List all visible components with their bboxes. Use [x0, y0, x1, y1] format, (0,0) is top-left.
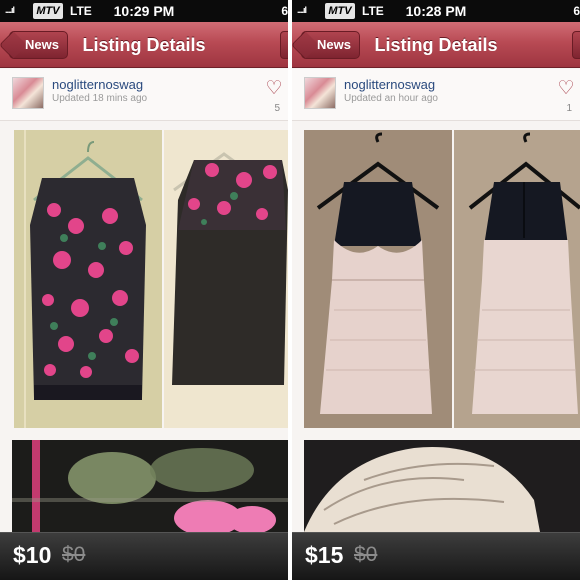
nav-action-button[interactable]: [280, 31, 288, 59]
listing-screen-2: ....ıl MTV LTE 10:28 PM 6 News Listing D…: [292, 0, 580, 580]
listing-photo-detail[interactable]: [304, 440, 580, 532]
avatar[interactable]: [12, 77, 44, 109]
listing-photo-front[interactable]: [304, 130, 452, 428]
nav-action-button[interactable]: [572, 31, 580, 59]
seller-row: noglitternoswag Updated 18 mins ago ♡ 5: [0, 69, 288, 121]
heart-outline-icon[interactable]: ♡: [556, 79, 576, 99]
like-count: 1: [566, 103, 572, 114]
like-count: 5: [274, 103, 280, 114]
original-price: $0: [62, 543, 86, 566]
price-bar[interactable]: $10 $0: [0, 532, 288, 580]
page-title: Listing Details: [82, 35, 206, 55]
status-bar: ....ıl MTV LTE 10:28 PM 6: [292, 0, 580, 22]
listing-photo-detail[interactable]: [12, 440, 288, 532]
listing-screen-1: ....ıl MTV LTE 10:29 PM 6 News Listing D…: [0, 0, 288, 580]
seller-username[interactable]: noglitternoswag: [52, 77, 143, 92]
status-bar: ....ıl MTV LTE 10:29 PM 6: [0, 0, 288, 22]
listing-price: $10: [13, 542, 52, 568]
status-time: 10:29 PM: [113, 3, 175, 19]
seller-username[interactable]: noglitternoswag: [344, 77, 435, 92]
original-price: $0: [354, 543, 378, 566]
listing-photo-back[interactable]: [164, 130, 288, 428]
listing-price: $15: [305, 542, 344, 568]
seller-row: noglitternoswag Updated an hour ago ♡ 1: [292, 69, 580, 121]
status-time: 10:28 PM: [405, 3, 467, 19]
navigation-bar: News Listing Details: [292, 22, 580, 68]
battery-indicator: 6: [573, 4, 580, 18]
listing-photo-back[interactable]: [454, 130, 580, 428]
price-bar[interactable]: $15 $0: [292, 532, 580, 580]
navigation-bar: News Listing Details: [0, 22, 288, 68]
updated-timestamp: Updated an hour ago: [344, 93, 438, 104]
listing-photo-front[interactable]: [14, 130, 162, 428]
battery-indicator: 6: [281, 4, 288, 18]
avatar[interactable]: [304, 77, 336, 109]
heart-outline-icon[interactable]: ♡: [264, 79, 284, 99]
page-title: Listing Details: [374, 35, 498, 55]
updated-timestamp: Updated 18 mins ago: [52, 93, 148, 104]
